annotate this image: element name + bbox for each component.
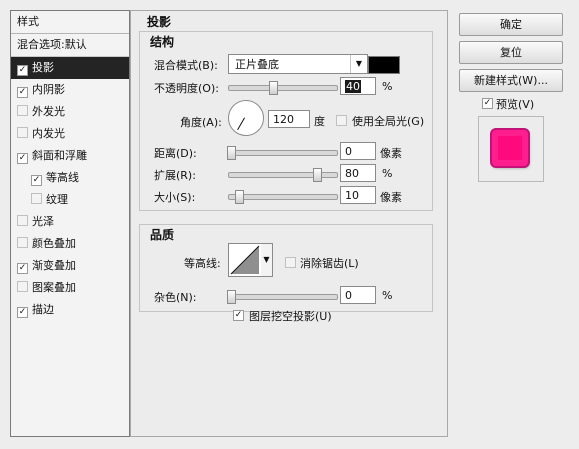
blend-options-item[interactable]: 混合选项:默认 — [11, 34, 129, 57]
shadow-color-swatch[interactable] — [368, 56, 400, 74]
reset-button[interactable]: 复位 — [459, 41, 563, 64]
size-unit: 像素 — [380, 191, 402, 204]
noise-input[interactable]: 0 — [340, 286, 376, 304]
style-item-inner-shadow[interactable]: 内阴影 — [11, 79, 129, 101]
preview-checkbox[interactable] — [482, 98, 493, 109]
noise-label: 杂色(N): — [154, 291, 197, 304]
structure-group: 结构 混合模式(B): 正片叠底 ▼ 不透明度(O): 40 % 角度(A): … — [139, 31, 433, 211]
size-input[interactable]: 10 — [340, 186, 376, 204]
opacity-slider[interactable] — [228, 81, 338, 95]
spread-input[interactable]: 80 — [340, 164, 376, 182]
blend-mode-select[interactable]: 正片叠底 ▼ — [228, 54, 368, 74]
noise-unit: % — [382, 289, 393, 302]
anti-alias-label[interactable]: 消除锯齿(L) — [300, 255, 359, 271]
distance-slider[interactable] — [227, 146, 338, 160]
slider-thumb[interactable] — [313, 168, 322, 182]
slider-thumb[interactable] — [235, 190, 244, 204]
blend-mode-label: 混合模式(B): — [154, 59, 218, 72]
checkbox-icon[interactable] — [17, 237, 28, 248]
styles-header[interactable]: 样式 — [11, 11, 129, 34]
opacity-unit: % — [382, 80, 393, 93]
angle-dial[interactable] — [228, 100, 264, 136]
size-label: 大小(S): — [154, 191, 196, 204]
size-slider[interactable] — [228, 190, 338, 204]
contour-label: 等高线: — [184, 257, 221, 270]
style-item-inner-glow[interactable]: 内发光 — [11, 123, 129, 145]
style-item-satin[interactable]: 光泽 — [11, 211, 129, 233]
style-item-contour[interactable]: 等高线 — [11, 167, 129, 189]
knockout-label[interactable]: 图层挖空投影(U) — [249, 308, 332, 324]
quality-title: 品质 — [150, 228, 175, 242]
ok-button[interactable]: 确定 — [459, 13, 563, 36]
drop-shadow-panel: 投影 结构 混合模式(B): 正片叠底 ▼ 不透明度(O): 40 % 角度(A… — [130, 10, 448, 437]
checkbox-icon[interactable] — [17, 105, 28, 116]
style-item-texture[interactable]: 纹理 — [11, 189, 129, 211]
style-item-gradient-overlay[interactable]: 渐变叠加 — [11, 255, 129, 277]
style-item-bevel-emboss[interactable]: 斜面和浮雕 — [11, 145, 129, 167]
quality-group: 品质 等高线: ▼ 消除锯齿(L) 杂色(N): 0 % — [139, 224, 433, 312]
slider-thumb[interactable] — [227, 146, 236, 160]
spread-slider[interactable] — [228, 168, 338, 182]
checkbox-icon[interactable] — [17, 307, 28, 318]
global-light-checkbox[interactable] — [336, 115, 347, 126]
layer-style-dialog: 样式 混合选项:默认 投影 内阴影 外发光 内发光 斜面和浮雕 等高线 纹理 光… — [0, 0, 579, 449]
slider-thumb[interactable] — [227, 290, 236, 304]
chevron-down-icon: ▼ — [350, 55, 367, 73]
anti-alias-checkbox[interactable] — [285, 257, 296, 268]
knockout-checkbox[interactable] — [233, 310, 244, 321]
style-preview — [478, 116, 544, 182]
opacity-label: 不透明度(O): — [154, 82, 219, 95]
chevron-down-icon[interactable]: ▼ — [261, 243, 273, 277]
checkbox-icon[interactable] — [17, 87, 28, 98]
spread-unit: % — [382, 167, 393, 180]
slider-thumb[interactable] — [269, 81, 278, 95]
spread-label: 扩展(R): — [154, 169, 196, 182]
new-style-button[interactable]: 新建样式(W)... — [459, 69, 563, 92]
style-item-color-overlay[interactable]: 颜色叠加 — [11, 233, 129, 255]
style-item-drop-shadow[interactable]: 投影 — [11, 57, 129, 79]
checkbox-icon[interactable] — [17, 127, 28, 138]
styles-list: 样式 混合选项:默认 投影 内阴影 外发光 内发光 斜面和浮雕 等高线 纹理 光… — [10, 10, 130, 437]
preview-swatch — [492, 130, 528, 166]
global-light-label[interactable]: 使用全局光(G) — [352, 113, 424, 129]
checkbox-icon[interactable] — [17, 65, 28, 76]
contour-picker[interactable] — [228, 243, 262, 277]
angle-label: 角度(A): — [180, 116, 222, 129]
distance-input[interactable]: 0 — [340, 142, 376, 160]
checkbox-icon[interactable] — [31, 175, 42, 186]
distance-unit: 像素 — [380, 147, 402, 160]
checkbox-icon[interactable] — [17, 153, 28, 164]
contour-preview-icon — [230, 245, 260, 275]
angle-input[interactable]: 120 — [268, 110, 310, 128]
checkbox-icon[interactable] — [17, 215, 28, 226]
distance-label: 距离(D): — [154, 147, 197, 160]
section-title: 投影 — [147, 15, 172, 29]
preview-label[interactable]: 预览(V) — [496, 96, 534, 112]
checkbox-icon[interactable] — [17, 263, 28, 274]
angle-hand — [237, 117, 245, 131]
style-item-pattern-overlay[interactable]: 图案叠加 — [11, 277, 129, 299]
checkbox-icon[interactable] — [31, 193, 42, 204]
style-item-stroke[interactable]: 描边 — [11, 299, 129, 321]
style-item-outer-glow[interactable]: 外发光 — [11, 101, 129, 123]
angle-unit: 度 — [314, 115, 325, 128]
checkbox-icon[interactable] — [17, 281, 28, 292]
noise-slider[interactable] — [227, 290, 338, 304]
opacity-input[interactable]: 40 — [340, 77, 376, 95]
structure-title: 结构 — [150, 35, 175, 49]
